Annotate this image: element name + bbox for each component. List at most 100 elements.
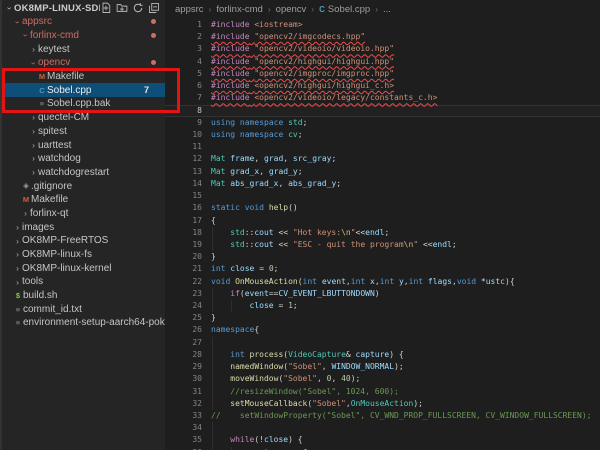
tree-folder-quectel-cm[interactable]: ›quectel-CM: [2, 111, 165, 125]
code-line-content: namedWindow("Sobel", WINDOW_NORMAL);: [202, 361, 600, 373]
tree-folder-ok8mp-linux-fs[interactable]: ›OK8MP-linux-fs: [2, 248, 165, 262]
code-line[interactable]: 27: [165, 337, 600, 349]
collapse-all-icon[interactable]: [148, 2, 160, 14]
code-line[interactable]: 12Mat frame, grad, src_gray;: [165, 153, 600, 165]
code-line[interactable]: 5#include "opencv2/imgproc/imgproc.hpp": [165, 68, 600, 80]
error-squiggle: #include "opencv2/highgui/highgui.hpp": [211, 57, 394, 66]
code-line[interactable]: 26namespace{: [165, 324, 600, 336]
line-number: 2: [165, 31, 202, 43]
code-line[interactable]: 3 #include "opencv2/videoio/videoio.hpp": [165, 43, 600, 55]
code-line[interactable]: 14Mat abs_grad_x, abs_grad_y;: [165, 178, 600, 190]
code-line[interactable]: 16static void help(): [165, 202, 600, 214]
line-number: 31: [165, 386, 202, 398]
line-number: 34: [165, 422, 202, 434]
tree-file--gitignore[interactable]: ◈.gitignore: [2, 179, 165, 193]
explorer-root-row[interactable]: › OK8MP-LINUX-SDK: [2, 0, 165, 15]
line-number: 1: [165, 19, 202, 31]
breadcrumb-item[interactable]: appsrc: [175, 4, 204, 15]
breadcrumb-item[interactable]: CSobel.cpp: [319, 4, 370, 15]
tree-folder-spitest[interactable]: ›spitest: [2, 125, 165, 139]
tree-file-build-sh[interactable]: $build.sh: [2, 289, 165, 303]
code-editor[interactable]: appsrc›forlinx-cmd›opencv›CSobel.cpp›...…: [165, 0, 600, 450]
code-line[interactable]: 20}: [165, 251, 600, 263]
code-line-content: setMouseCallback("Sobel",OnMouseAction);: [202, 398, 600, 410]
code-line-content: #include "opencv2/imgcodecs.hpp": [202, 31, 600, 43]
tree-folder-tools[interactable]: ›tools: [2, 275, 165, 289]
tree-file-commit-id-txt[interactable]: ≡commit_id.txt: [2, 302, 165, 316]
line-number: 3: [165, 43, 202, 55]
tree-folder-images[interactable]: ›images: [2, 220, 165, 234]
code-line[interactable]: 10using namespace cv;: [165, 129, 600, 141]
breadcrumb-item[interactable]: forlinx-cmd: [216, 4, 262, 15]
code-line-content: moveWindow("Sobel", 0, 40);: [202, 373, 600, 385]
code-line[interactable]: 23 if(event==CV_EVENT_LBUTTONDOWN): [165, 288, 600, 300]
code-line[interactable]: 17{: [165, 215, 600, 227]
tree-folder-ok8mp-linux-kernel[interactable]: ›OK8MP-linux-kernel: [2, 261, 165, 275]
code-line[interactable]: 34: [165, 422, 600, 434]
code-line[interactable]: 19 std::cout << "ESC - quit the program\…: [165, 239, 600, 251]
tree-file-environment-setup-aarch64-poky-lin-[interactable]: ≡environment-setup-aarch64-poky-lin...: [2, 316, 165, 330]
tree-folder-forlinx-cmd[interactable]: ›forlinx-cmd: [2, 29, 165, 43]
code-line-content: // setWindowProperty("Sobel", CV_WND_PRO…: [202, 410, 600, 422]
code-line[interactable]: 13Mat grad_x, grad_y;: [165, 166, 600, 178]
breadcrumb-item[interactable]: opencv: [276, 4, 307, 15]
tree-file-makefile[interactable]: MMakefile: [2, 193, 165, 207]
line-number: 35: [165, 434, 202, 446]
code-line[interactable]: 36 capture >> frame;: [165, 447, 600, 450]
tree-folder-appsrc[interactable]: ›appsrc: [2, 15, 165, 29]
code-line[interactable]: 18 std::cout << "Hot keys:\n"<<endl;: [165, 227, 600, 239]
code-line[interactable]: 22void OnMouseAction(int event,int x,int…: [165, 276, 600, 288]
code-line[interactable]: 4#include "opencv2/highgui/highgui.hpp": [165, 56, 600, 68]
code-line[interactable]: 24 close = 1;: [165, 300, 600, 312]
line-number: 16: [165, 202, 202, 214]
explorer-actions: [100, 2, 160, 14]
code-line[interactable]: 6#include <opencv2/highgui/highgui_c.h>: [165, 80, 600, 92]
tree-folder-watchdogrestart[interactable]: ›watchdogrestart: [2, 166, 165, 180]
code-line[interactable]: 1#include <iostream>: [165, 19, 600, 31]
tree-folder-opencv[interactable]: ›opencv: [2, 56, 165, 70]
code-line[interactable]: 31 //resizeWindow("Sobel", 1024, 600);: [165, 386, 600, 398]
breadcrumb-label: appsrc: [175, 4, 204, 15]
code-line[interactable]: 8: [165, 105, 600, 117]
tree-file-sobel-cpp[interactable]: CSobel.cpp7: [2, 83, 165, 97]
line-number: 10: [165, 129, 202, 141]
code-area[interactable]: 1#include <iostream>2#include "opencv2/i…: [165, 19, 600, 450]
refresh-icon[interactable]: [132, 2, 144, 14]
code-line-content: [202, 190, 600, 202]
tree-folder-forlinx-qt[interactable]: ›forlinx-qt: [2, 207, 165, 221]
breadcrumb-item[interactable]: ...: [383, 4, 391, 15]
code-line[interactable]: 15: [165, 190, 600, 202]
code-line[interactable]: 32 setMouseCallback("Sobel",OnMouseActio…: [165, 398, 600, 410]
code-line[interactable]: 9using namespace std;: [165, 117, 600, 129]
line-number: 32: [165, 398, 202, 410]
code-line[interactable]: 2#include "opencv2/imgcodecs.hpp": [165, 31, 600, 43]
code-line[interactable]: 30 moveWindow("Sobel", 0, 40);: [165, 373, 600, 385]
chevron-right-icon: ›: [29, 154, 38, 163]
tree-folder-keytest[interactable]: ›keytest: [2, 42, 165, 56]
code-line-content: int process(VideoCapture& capture) {: [202, 349, 600, 361]
tree-file-makefile[interactable]: MMakefile: [2, 70, 165, 84]
tree-folder-ok8mp-freertos[interactable]: ›OK8MP-FreeRTOS: [2, 234, 165, 248]
code-line[interactable]: 35 while(!close) {: [165, 434, 600, 446]
code-line[interactable]: 21int close = 0;: [165, 263, 600, 275]
code-line[interactable]: 28 int process(VideoCapture& capture) {: [165, 349, 600, 361]
line-number: 17: [165, 215, 202, 227]
tree-item-label: watchdog: [38, 153, 165, 164]
error-squiggle: #include "opencv2/videoio/videoio.hpp": [211, 44, 394, 53]
tree-item-label: environment-setup-aarch64-poky-lin...: [23, 317, 165, 328]
breadcrumb-label: opencv: [276, 4, 307, 15]
line-number: 14: [165, 178, 202, 190]
tree-file-sobel-cpp-bak[interactable]: ≡Sobel.cpp.bak: [2, 97, 165, 111]
code-line[interactable]: 25}: [165, 312, 600, 324]
tree-folder-uarttest[interactable]: ›uarttest: [2, 138, 165, 152]
new-file-icon[interactable]: [100, 2, 112, 14]
new-folder-icon[interactable]: [116, 2, 128, 14]
code-line[interactable]: 33// setWindowProperty("Sobel", CV_WND_P…: [165, 410, 600, 422]
tree-item-label: forlinx-qt: [30, 208, 165, 219]
code-line[interactable]: 11: [165, 141, 600, 153]
code-line[interactable]: 7#include <opencv2/videoio/legacy/consta…: [165, 92, 600, 104]
code-line[interactable]: 29 namedWindow("Sobel", WINDOW_NORMAL);: [165, 361, 600, 373]
explorer-sidebar: › OK8MP-LINUX-SDK ›appsrc›forlinx-cmd›ke…: [0, 0, 165, 450]
tree-folder-watchdog[interactable]: ›watchdog: [2, 152, 165, 166]
breadcrumb-separator: ›: [311, 4, 314, 14]
